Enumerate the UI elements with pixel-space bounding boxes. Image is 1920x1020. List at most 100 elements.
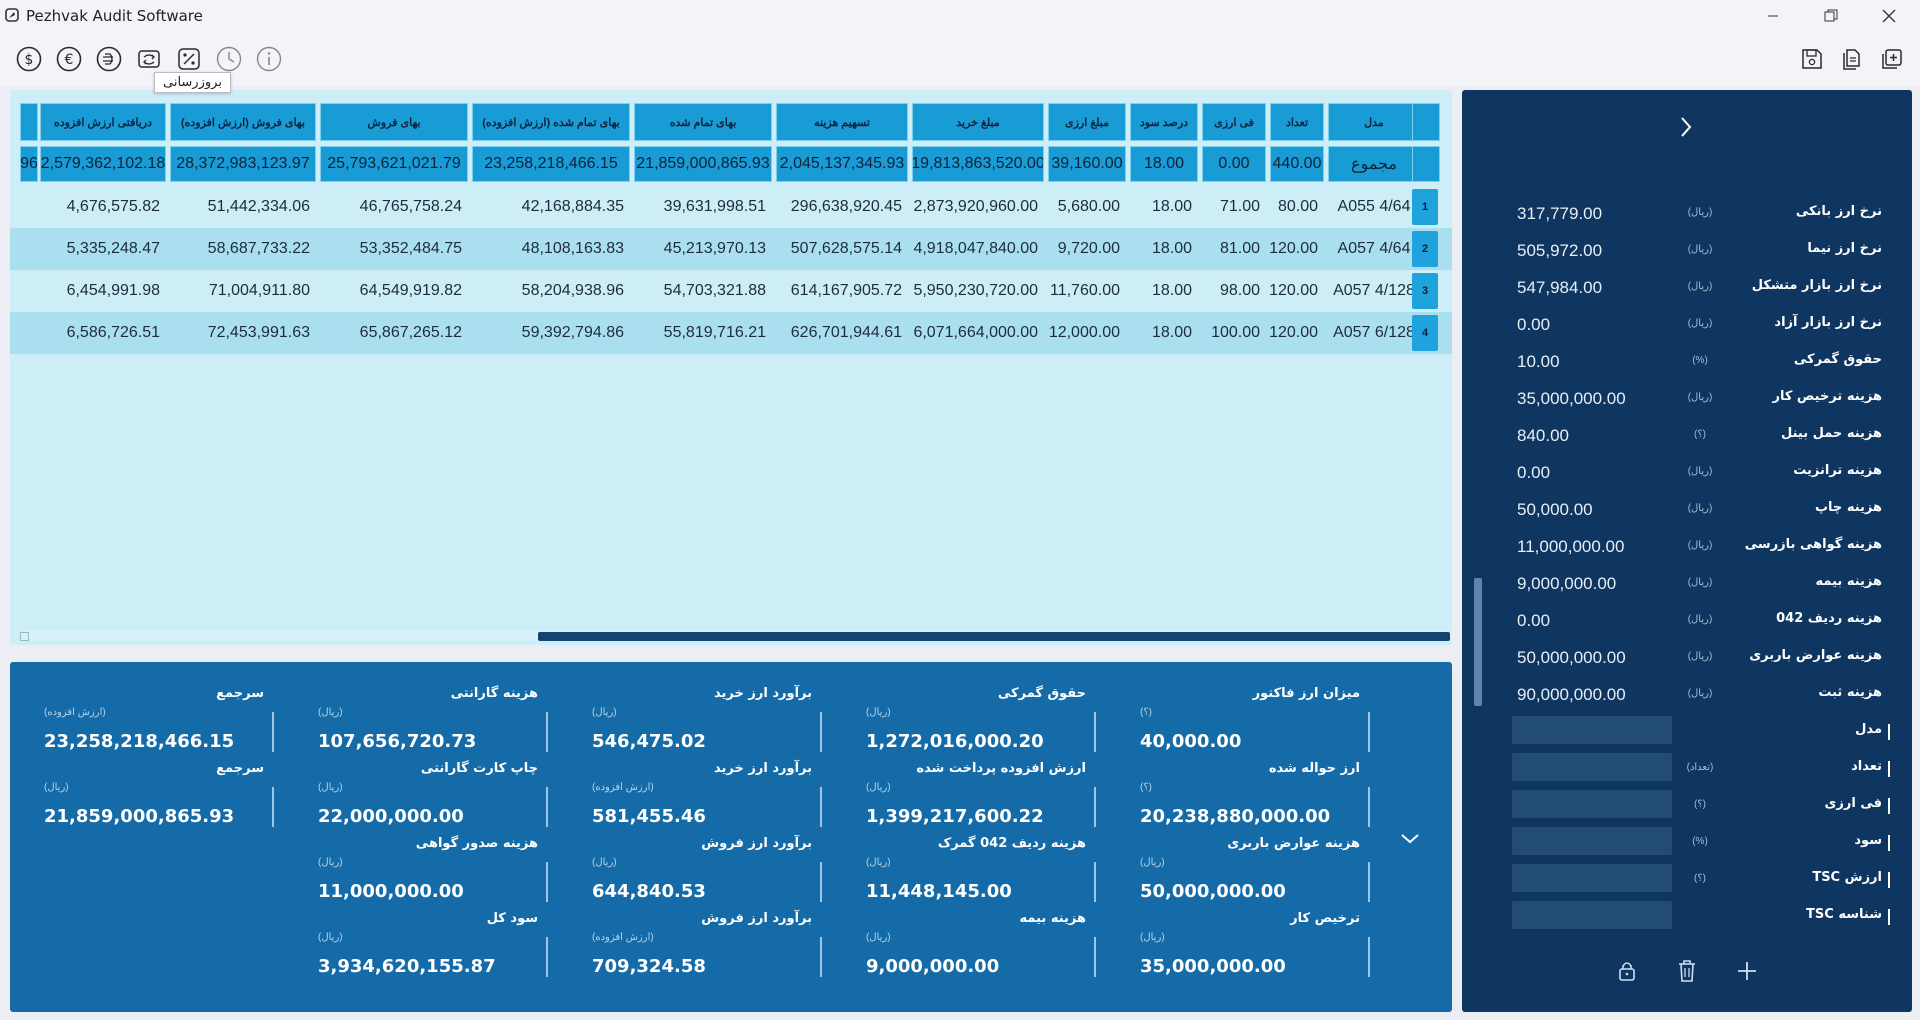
table-cell[interactable]: 46,765,758.24 (320, 186, 468, 228)
param-input[interactable] (1512, 827, 1672, 855)
column-header[interactable]: فی ارزی (1202, 103, 1266, 141)
model-cell[interactable]: A057 4/128 (1328, 270, 1420, 312)
table-cell[interactable]: 58,687,733.22 (170, 228, 316, 270)
column-header[interactable]: تسهیم هزینه (776, 103, 908, 141)
table-cell[interactable]: 53,352,484.75 (320, 228, 468, 270)
table-cell[interactable]: 6,071,664,000.00 (912, 312, 1044, 354)
history-button[interactable] (214, 44, 244, 74)
row-number[interactable]: 1 (1412, 189, 1438, 225)
param-value[interactable]: 10.00 (1517, 352, 1560, 372)
table-cell[interactable]: 614,167,905.72 (776, 270, 908, 312)
param-input[interactable] (1512, 864, 1672, 892)
param-value[interactable]: 50,000,000.00 (1517, 648, 1626, 668)
param-value[interactable]: 9,000,000.00 (1517, 574, 1616, 594)
column-header[interactable]: مبلغ ارزی (1048, 103, 1126, 141)
column-header[interactable]: تعداد (1270, 103, 1324, 141)
param-value[interactable]: 11,000,000.00 (1517, 537, 1624, 557)
table-cell[interactable]: 120.00 (1270, 312, 1324, 354)
param-input[interactable] (1512, 790, 1672, 818)
table-cell[interactable]: 120.00 (1270, 270, 1324, 312)
table-cell[interactable]: 48,108,163.83 (472, 228, 630, 270)
table-cell[interactable]: 45,213,970.13 (634, 228, 772, 270)
row-number[interactable]: 4 (1412, 315, 1438, 351)
table-cell[interactable]: 81.00 (1202, 228, 1266, 270)
param-value[interactable]: 35,000,000.00 (1517, 389, 1626, 409)
param-value[interactable]: 90,000,000.00 (1517, 685, 1626, 705)
table-cell[interactable]: 65,867,265.12 (320, 312, 468, 354)
row-number[interactable]: 2 (1412, 231, 1438, 267)
column-header[interactable]: بهای تمام شده (634, 103, 772, 141)
table-cell[interactable]: 51,442,334.06 (170, 186, 316, 228)
param-value[interactable]: 840.00 (1517, 426, 1569, 446)
table-cell[interactable]: 54,703,321.88 (634, 270, 772, 312)
euro-button[interactable]: € (54, 44, 84, 74)
maximize-button[interactable] (1802, 0, 1860, 32)
param-value[interactable]: 317,779.00 (1517, 204, 1602, 224)
column-header[interactable]: بهای فروش (320, 103, 468, 141)
lock-button[interactable] (1612, 956, 1642, 986)
table-cell[interactable]: 18.00 (1130, 270, 1198, 312)
table-cell[interactable]: 9,720.00 (1048, 228, 1126, 270)
param-value[interactable]: 0.00 (1517, 611, 1550, 631)
table-cell[interactable]: 72,453,991.63 (170, 312, 316, 354)
table-cell[interactable]: 18.00 (1130, 186, 1198, 228)
table-cell[interactable]: 626,701,944.61 (776, 312, 908, 354)
table-cell[interactable]: 6,454,991.98 (40, 270, 166, 312)
table-cell[interactable]: 5,950,230,720.00 (912, 270, 1044, 312)
table-cell[interactable]: 59,392,794.86 (472, 312, 630, 354)
row-selector-header[interactable] (1412, 103, 1440, 141)
chevron-right-icon[interactable] (1674, 115, 1698, 139)
add-button[interactable] (1732, 956, 1762, 986)
table-cell[interactable]: 100.00 (1202, 312, 1266, 354)
minimize-button[interactable] (1744, 0, 1802, 32)
param-value[interactable]: 547,984.00 (1517, 278, 1602, 298)
percent-button[interactable] (174, 44, 204, 74)
grid-body[interactable]: دریافتی ارزش افزوده بهای فروش (ارزش افزود… (10, 90, 1452, 630)
param-input[interactable] (1512, 716, 1672, 744)
info-button[interactable] (254, 44, 284, 74)
table-cell[interactable]: 55,819,716.21 (634, 312, 772, 354)
table-cell[interactable]: 4,676,575.82 (40, 186, 166, 228)
model-cell[interactable]: A055 4/64 (1328, 186, 1420, 228)
table-cell[interactable]: 296,638,920.45 (776, 186, 908, 228)
param-value[interactable]: 0.00 (1517, 463, 1550, 483)
close-button[interactable] (1860, 0, 1918, 32)
table-cell[interactable]: 39,631,998.51 (634, 186, 772, 228)
delete-button[interactable] (1672, 956, 1702, 986)
table-cell[interactable]: 71.00 (1202, 186, 1266, 228)
table-cell[interactable]: 64,549,919.82 (320, 270, 468, 312)
table-cell[interactable]: 5,335,248.47 (40, 228, 166, 270)
param-input[interactable] (1512, 753, 1672, 781)
table-cell[interactable]: 98.00 (1202, 270, 1266, 312)
table-cell[interactable]: 18.00 (1130, 312, 1198, 354)
param-value[interactable]: 0.00 (1517, 315, 1550, 335)
table-cell[interactable]: 58,204,938.96 (472, 270, 630, 312)
column-header[interactable]: بهای تمام شده (ارزش افزوده) (472, 103, 630, 141)
chevron-down-icon[interactable] (1398, 827, 1422, 851)
copy-button[interactable] (1837, 44, 1867, 74)
table-cell[interactable]: 42,168,884.35 (472, 186, 630, 228)
model-cell[interactable]: A057 4/64 (1328, 228, 1420, 270)
column-header[interactable]: مبلغ خرید (912, 103, 1044, 141)
table-cell[interactable]: 5,680.00 (1048, 186, 1126, 228)
model-cell[interactable]: A057 6/128 (1328, 312, 1420, 354)
dirham-button[interactable] (94, 44, 124, 74)
save-button[interactable] (1797, 44, 1827, 74)
column-header[interactable]: مدل (1328, 103, 1420, 141)
dollar-button[interactable]: $ (14, 44, 44, 74)
table-cell[interactable]: 71,004,911.80 (170, 270, 316, 312)
refresh-button[interactable] (134, 44, 164, 74)
param-value[interactable]: 50,000.00 (1517, 500, 1593, 520)
column-header[interactable]: بهای فروش (ارزش افزوده) (170, 103, 316, 141)
table-cell[interactable]: 2,873,920,960.00 (912, 186, 1044, 228)
table-cell[interactable]: 12,000.00 (1048, 312, 1126, 354)
table-cell[interactable]: 507,628,575.14 (776, 228, 908, 270)
table-cell[interactable]: 11,760.00 (1048, 270, 1126, 312)
table-cell[interactable]: 18.00 (1130, 228, 1198, 270)
horizontal-scrollbar[interactable] (20, 631, 1452, 641)
total-row-selector[interactable] (1412, 146, 1440, 182)
column-header[interactable]: درصد سود (1130, 103, 1198, 141)
new-document-button[interactable] (1877, 44, 1907, 74)
table-cell[interactable]: 4,918,047,840.00 (912, 228, 1044, 270)
table-cell[interactable]: 6,586,726.51 (40, 312, 166, 354)
